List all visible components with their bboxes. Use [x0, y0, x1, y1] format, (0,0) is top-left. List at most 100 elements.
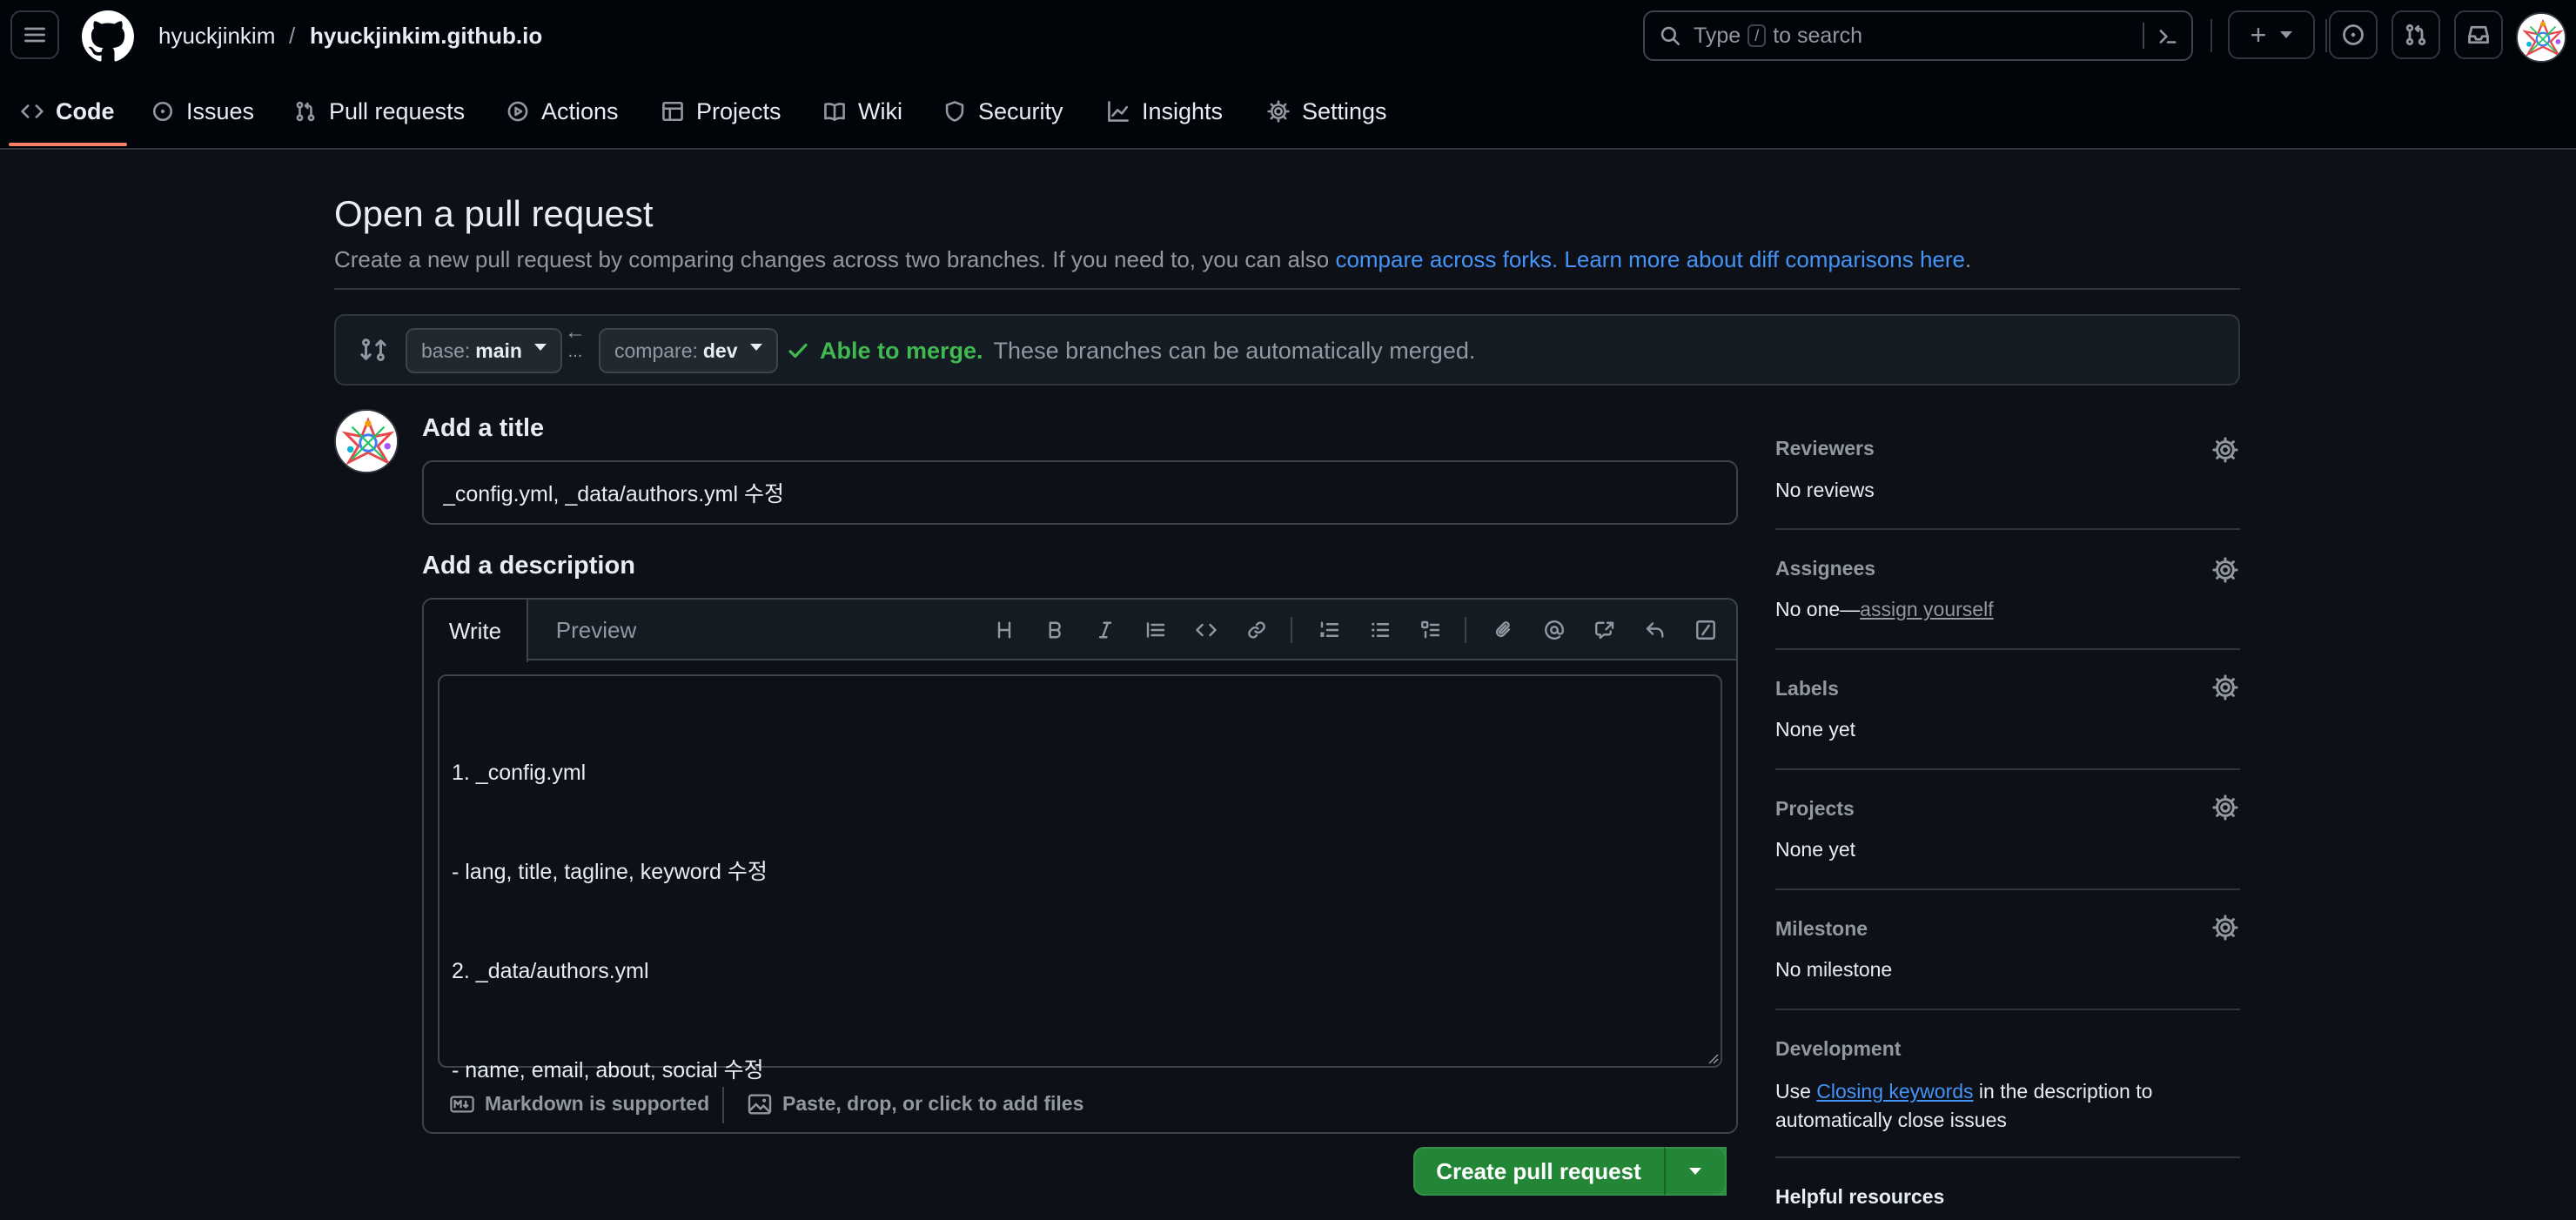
notifications-button[interactable]: [2454, 10, 2503, 59]
task-list-button[interactable]: [1414, 613, 1447, 647]
issues-button[interactable]: [2329, 10, 2378, 59]
assignees-value: No one—assign yourself: [1775, 598, 1994, 621]
attach-button[interactable]: [1487, 613, 1520, 647]
compare-branch-name: dev: [702, 339, 738, 362]
tab-label: Insights: [1142, 97, 1224, 124]
description-line: 2. _data/authors.yml: [452, 959, 649, 983]
closing-keywords-link[interactable]: Closing keywords: [1816, 1080, 1973, 1103]
tab-security[interactable]: Security: [943, 84, 1063, 139]
code-icon: [1196, 623, 1217, 637]
cross-reference-button[interactable]: [1588, 613, 1621, 647]
sidebar-divider: [1775, 768, 2240, 770]
create-options-dropdown[interactable]: [1664, 1147, 1727, 1196]
labels-heading[interactable]: Labels: [1775, 677, 1839, 700]
link-icon: [1248, 621, 1265, 639]
cross-reference-icon: [1595, 621, 1614, 640]
tab-projects[interactable]: Projects: [661, 84, 782, 139]
tab-issues[interactable]: Issues: [151, 84, 254, 139]
description-line: - lang, title, tagline, keyword 수정: [452, 860, 768, 884]
plus-icon: +: [2250, 18, 2267, 50]
mention-icon: [1545, 620, 1564, 640]
sidebar-divider: [1775, 888, 2240, 890]
resize-handle-icon[interactable]: [1707, 1052, 1719, 1064]
toolbar-divider: [1291, 617, 1292, 643]
tab-label: Wiki: [858, 97, 902, 124]
subtitle-text: Create a new pull request by comparing c…: [334, 246, 1336, 272]
bold-button[interactable]: [1038, 613, 1071, 647]
tab-code[interactable]: Code: [21, 84, 115, 139]
attach-files-button[interactable]: Paste, drop, or click to add files: [748, 1092, 1083, 1116]
repo-owner-link[interactable]: hyuckjinkim: [158, 21, 275, 50]
repo-name-link[interactable]: hyuckjinkim.github.io: [310, 21, 542, 50]
unordered-list-icon: [1372, 622, 1390, 638]
code-button[interactable]: [1190, 613, 1223, 647]
avatar-pattern-icon: [2518, 14, 2565, 61]
pull-request-icon: [2405, 23, 2426, 46]
tab-write[interactable]: Write: [424, 600, 528, 662]
gear-icon[interactable]: [2212, 674, 2238, 700]
compare-branch-select[interactable]: compare: dev: [599, 328, 778, 373]
description-textarea[interactable]: 1. _config.yml - lang, title, tagline, k…: [438, 674, 1722, 1083]
gear-icon[interactable]: [2212, 794, 2238, 821]
development-line2: automatically close issues: [1775, 1109, 2007, 1131]
tab-pull-requests[interactable]: Pull requests: [294, 84, 465, 139]
labels-value: None yet: [1775, 718, 1856, 741]
tab-label: Issues: [186, 97, 255, 124]
milestone-heading[interactable]: Milestone: [1775, 917, 1868, 941]
tab-insights[interactable]: Insights: [1107, 84, 1223, 139]
assignees-heading[interactable]: Assignees: [1775, 557, 1875, 580]
tab-settings[interactable]: Settings: [1267, 84, 1387, 139]
user-avatar[interactable]: [2516, 12, 2566, 63]
editor-toolbar: Write Preview: [424, 600, 1736, 662]
milestone-value: No milestone: [1775, 958, 1893, 981]
base-branch-select[interactable]: base: main: [406, 328, 562, 373]
tab-label: Security: [978, 97, 1063, 124]
header-divider: [2325, 19, 2327, 52]
ordered-list-button[interactable]: [1313, 613, 1346, 647]
reviewers-heading[interactable]: Reviewers: [1775, 437, 1875, 460]
gear-icon[interactable]: [2212, 437, 2238, 463]
reply-icon: [1646, 622, 1664, 638]
saved-reply-button[interactable]: [1639, 613, 1672, 647]
menu-button[interactable]: [10, 10, 59, 59]
chevron-down-icon: [1689, 1168, 1701, 1175]
description-editor: Write Preview 1. _config.yml - lang, tit…: [422, 598, 1738, 1134]
markdown-icon: [450, 1095, 474, 1113]
heading-button[interactable]: [988, 613, 1021, 647]
task-list-icon: [1421, 620, 1440, 639]
arrow-left-icon: ←: [565, 320, 586, 344]
projects-heading[interactable]: Projects: [1775, 797, 1855, 821]
heading-icon: [997, 621, 1011, 639]
title-input[interactable]: [422, 460, 1738, 525]
markdown-support-link[interactable]: Markdown is supported: [450, 1092, 709, 1116]
gear-icon[interactable]: [2212, 557, 2238, 583]
check-icon: [788, 343, 808, 359]
description-line: 1. _config.yml: [452, 761, 587, 785]
slash-commands-button[interactable]: [1689, 613, 1722, 647]
hamburger-icon: [24, 27, 45, 43]
development-suffix: in the description to: [1973, 1080, 2153, 1103]
tab-preview[interactable]: Preview: [528, 600, 664, 660]
projects-value: None yet: [1775, 838, 1856, 861]
tab-actions[interactable]: Actions: [506, 84, 619, 139]
unordered-list-button[interactable]: [1364, 613, 1397, 647]
compare-across-forks-link[interactable]: compare across forks.: [1335, 246, 1558, 272]
gear-icon[interactable]: [2212, 915, 2238, 941]
tab-wiki[interactable]: Wiki: [823, 84, 902, 139]
paperclip-icon: [1495, 621, 1511, 638]
helpful-resources-heading: Helpful resources: [1775, 1185, 1945, 1208]
ordered-list-icon: [1320, 621, 1339, 637]
mention-button[interactable]: [1538, 613, 1571, 647]
sidebar-divider: [1775, 528, 2240, 530]
create-new-button[interactable]: +: [2228, 10, 2315, 59]
merge-status: Able to merge. These branches can be aut…: [787, 335, 1475, 366]
pull-requests-button[interactable]: [2392, 10, 2440, 59]
quote-button[interactable]: [1139, 613, 1172, 647]
tab-label: Actions: [541, 97, 619, 124]
github-logo-icon[interactable]: [82, 10, 134, 63]
sidebar-divider: [1775, 1009, 2240, 1010]
link-button[interactable]: [1240, 613, 1273, 647]
assign-yourself-link[interactable]: assign yourself: [1860, 598, 1993, 620]
italic-button[interactable]: [1089, 613, 1122, 647]
sidebar-divider: [1775, 648, 2240, 650]
